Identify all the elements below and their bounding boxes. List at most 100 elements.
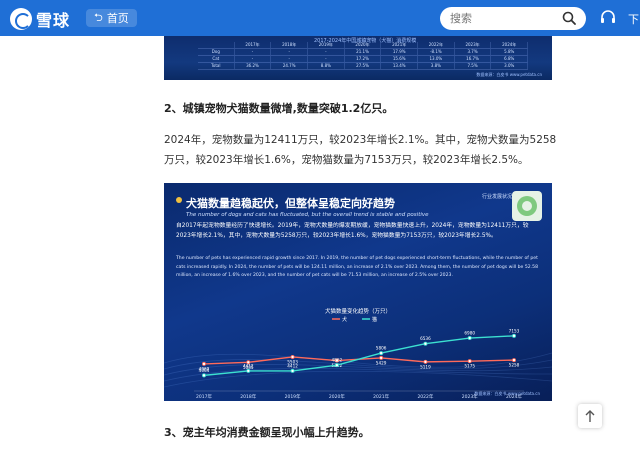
data-label: 6980 — [464, 331, 475, 336]
table-image-cell: - — [308, 56, 345, 62]
table-image-cell — [198, 42, 235, 48]
data-label: 6536 — [420, 336, 431, 341]
data-label: 5119 — [420, 364, 431, 369]
table-image-cell: 2019年 — [308, 42, 345, 48]
table-image-cell: 27.5% — [345, 63, 382, 69]
line-chart: 犬猫2017年 2018年 2019年 2020年 2021年 2022年 2023年 202… — [164, 316, 552, 400]
pet-count-chart-image: 犬猫数量趋稳起伏，但整体呈稳定向好趋势 The number of dogs a… — [164, 183, 552, 401]
legend-label-dog: 犬 — [342, 316, 347, 323]
table-image-row: Cat - - -17.2% 15.6% 13.0% 16.7% 6.8% — [198, 56, 529, 63]
table-image-cell: - — [235, 56, 272, 62]
table-image-cell: 2024年 — [491, 42, 529, 48]
home-button[interactable]: ⮌ 首页 — [86, 9, 137, 27]
table-image-cell: 6.8% — [491, 56, 529, 62]
pet-consumption-table-image: 2017-2024年中国城镇宠物（犬猫）消费规模 2017年 2018年 2019年… — [164, 36, 552, 80]
data-label: 7153 — [509, 328, 520, 333]
table-image-row: 2017年 2018年 2019年 2020年 2021年 2022年 2023年 2024年 — [198, 42, 529, 49]
table-image-cell: Dog — [198, 49, 235, 55]
x-tick-label: 2021年 — [373, 393, 389, 400]
table-image-cell: Cat — [198, 56, 235, 62]
table-image-cell: 17.9% — [381, 49, 419, 55]
data-point — [511, 358, 516, 363]
table-image-cell: - — [271, 49, 309, 55]
table-image-cell: - — [308, 49, 345, 55]
section-2-heading: 2、城镇宠物犬猫数量微增,数量突破1.2亿只。 — [164, 102, 394, 115]
table-image-cell: 15.6% — [381, 56, 419, 62]
table-image-grid: 2017年 2018年 2019年 2020年 2021年 2022年 2023年 2024年… — [198, 42, 529, 70]
data-label: 4064 — [199, 368, 210, 373]
data-point — [467, 336, 472, 341]
chart-image-subtitle: The number of dogs and cats has fluctuat… — [186, 212, 429, 218]
table-image-cell: -8.1% — [418, 49, 455, 55]
back-arrow-icon: ⮌ — [94, 10, 103, 24]
table-image-cell: 2022年 — [418, 42, 455, 48]
xueqiu-logo-icon — [10, 8, 32, 30]
table-image-cell: 13.0% — [418, 56, 455, 62]
table-image-cell: - — [235, 49, 272, 55]
headset-icon[interactable] — [600, 10, 616, 26]
data-label: 5806 — [376, 346, 387, 351]
table-image-cell: 16.7% — [455, 56, 492, 62]
table-image-row: Total 36.2% 24.7% 8.8% 27.5% 13.4% 3.8% 7.5% 3.0… — [198, 63, 529, 70]
x-tick-label: 2017年 — [196, 393, 212, 400]
search-box[interactable] — [440, 7, 586, 30]
home-label: 首页 — [106, 12, 129, 25]
data-point — [290, 368, 295, 373]
table-image-cell: 2017年 — [235, 42, 272, 48]
section-3-heading: 3、宠主年均消费金额呈现小幅上升趋势。 — [164, 426, 370, 439]
table-image-cell: 24.7% — [271, 63, 309, 69]
data-point — [467, 359, 472, 364]
x-tick-label: 2019年 — [285, 393, 301, 400]
data-label: 5258 — [509, 363, 520, 368]
table-image-cell: - — [271, 56, 309, 62]
table-image-cell: 36.2% — [235, 63, 272, 69]
top-navigation-bar: 雪球 ⮌ 首页 下 — [0, 0, 640, 36]
data-point — [379, 355, 384, 360]
table-image-cell: 7.5% — [455, 63, 492, 69]
data-point — [290, 354, 295, 359]
data-point — [423, 341, 428, 346]
data-label: 4412 — [243, 363, 254, 368]
x-tick-label: 2018年 — [240, 393, 256, 400]
section-2-paragraph: 2024年，宠物数量为12411万只，较2023年增长2.1%。其中，宠物犬数量… — [164, 134, 557, 166]
table-image-cell: 3.0% — [491, 63, 529, 69]
data-point — [246, 368, 251, 373]
xueqiu-logo[interactable]: 雪球 — [10, 7, 70, 31]
table-image-cell: 3.8% — [418, 63, 455, 69]
table-image-cell: 2023年 — [455, 42, 492, 48]
table-image-cell: 2018年 — [271, 42, 309, 48]
search-icon[interactable] — [562, 11, 576, 25]
chart-image-tag: 行业发展状况 — [482, 194, 513, 200]
data-point — [423, 359, 428, 364]
table-image-cell: 2020年 — [345, 42, 382, 48]
data-point — [334, 363, 339, 368]
back-to-top-button[interactable] — [578, 404, 602, 428]
chart-image-english-text: The number of pets has experienced rapid… — [176, 256, 538, 278]
table-image-cell: 3.7% — [455, 49, 492, 55]
chart-image-title: 犬猫数量趋稳起伏，但整体呈稳定向好趋势 — [186, 197, 395, 210]
logo-text: 雪球 — [36, 11, 71, 30]
table-image-row: Dog - - -21.1% 17.9% -8.1% 3.7% 5.8% — [198, 49, 529, 56]
chart-title: 犬猫数量变化趋势（万只） — [324, 309, 391, 315]
table-image-cell: 21.1% — [345, 49, 382, 55]
data-point — [511, 333, 516, 338]
arrow-up-icon — [585, 410, 595, 422]
x-tick-label: 2022年 — [417, 393, 433, 400]
title-bullet-icon — [176, 197, 182, 203]
data-point — [202, 373, 207, 378]
data-point — [202, 361, 207, 366]
report-logo-icon — [512, 191, 542, 221]
data-label: 4412 — [287, 363, 298, 368]
chart-image-source: 数据来源：白皮书 www.petdata.cn — [474, 391, 540, 396]
table-image-cell: 2021年 — [381, 42, 419, 48]
nav-more-link[interactable]: 下 — [628, 11, 639, 27]
table-image-source: 数据来源：白皮书 www.petdata.cn — [476, 72, 542, 77]
table-image-cell: 13.4% — [381, 63, 419, 69]
data-label: 5429 — [376, 360, 387, 365]
table-image-cell: 5.8% — [491, 49, 529, 55]
table-image-cell: Total — [198, 63, 235, 69]
search-input[interactable] — [450, 12, 560, 25]
table-image-cell: 17.2% — [345, 56, 382, 62]
table-image-cell: 8.8% — [308, 63, 345, 69]
data-label: 5175 — [464, 364, 475, 369]
